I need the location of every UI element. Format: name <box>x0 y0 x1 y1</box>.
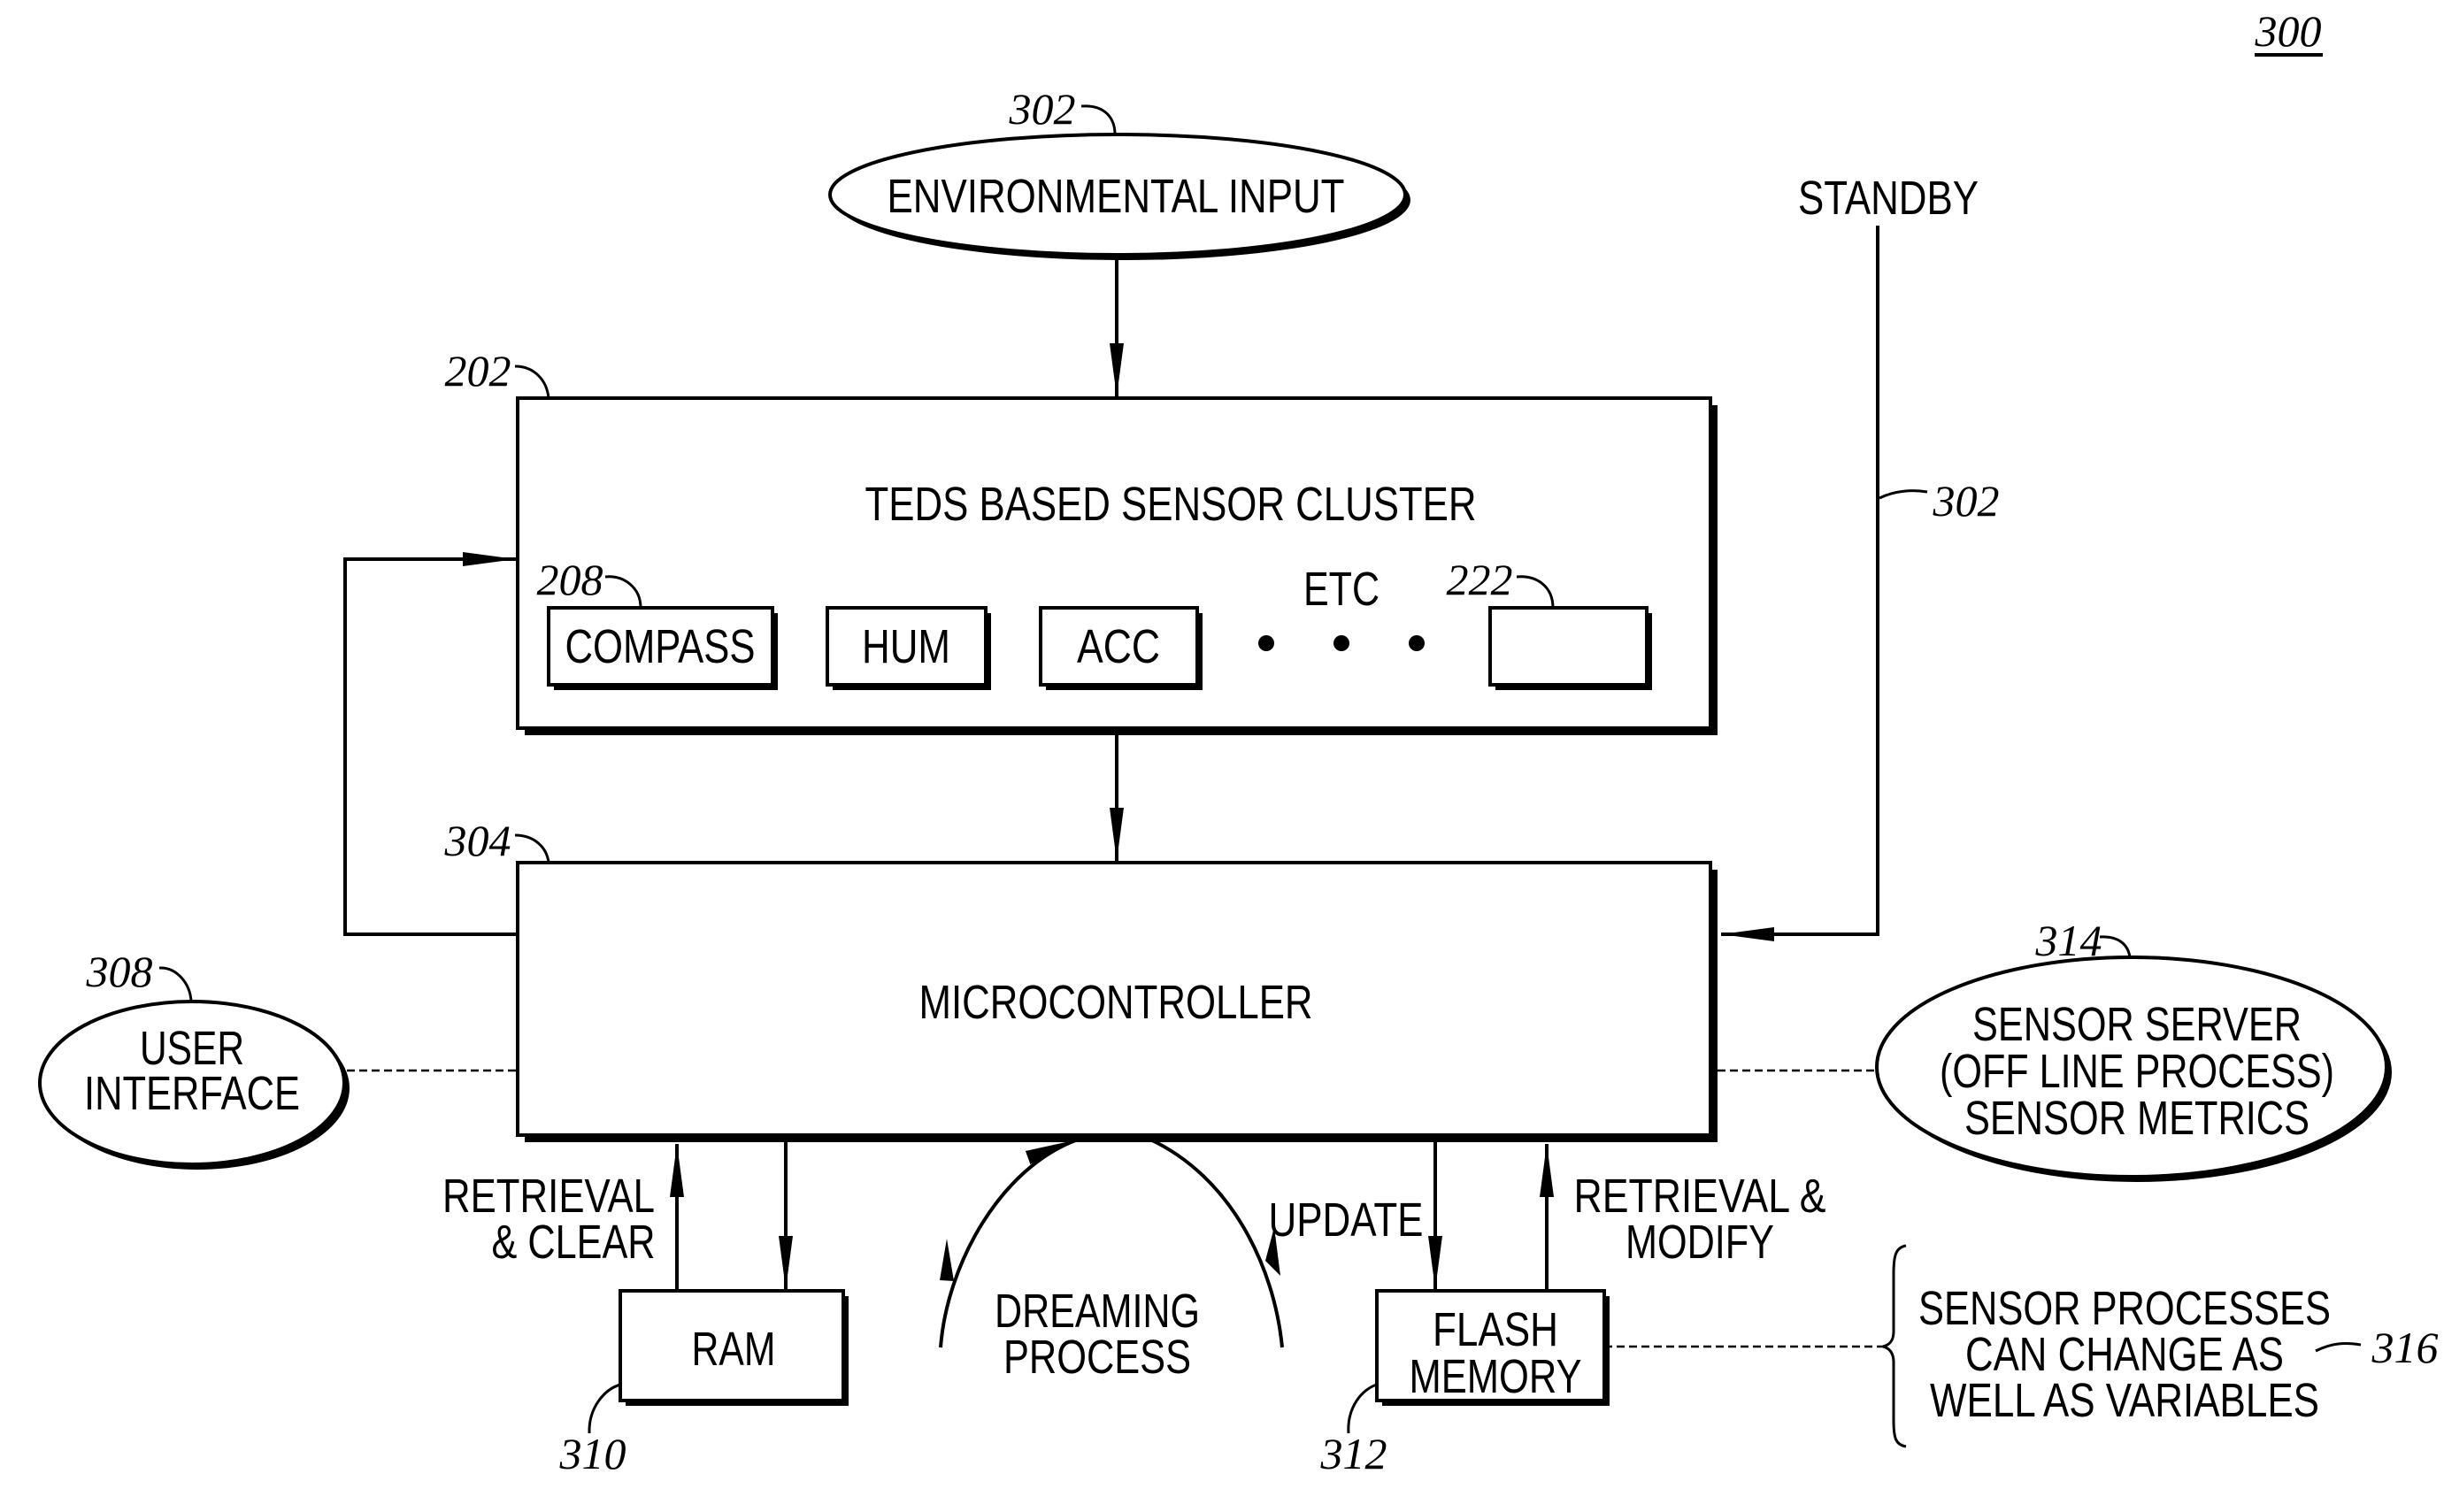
ellipsis-dot <box>1258 635 1274 651</box>
microcontroller-block[interactable]: MICROCONTROLLER <box>516 861 1718 1142</box>
figure-number-text: 300 <box>2255 6 2322 56</box>
flash-line2: MEMORY <box>1410 1350 1582 1403</box>
ref-308-leader <box>158 966 193 1002</box>
ref-302-env: 302 <box>1009 84 1076 134</box>
sensor-cluster-block[interactable]: TEDS BASED SENSOR CLUSTER COMPASS HUM AC… <box>516 396 1718 735</box>
dreaming-line2: PROCESS <box>1003 1331 1191 1384</box>
ref-308: 308 <box>86 947 153 996</box>
note-line1: SENSOR PROCESSES <box>1918 1282 2331 1335</box>
retrieval-clear-line2: & CLEAR <box>492 1216 656 1269</box>
user-interface-label-line2: INTERFACE <box>84 1067 300 1120</box>
figure-number: 300 <box>2255 6 2323 57</box>
arrow-feedback-loop <box>343 552 518 936</box>
retrieval-modify-line1: RETRIEVAL & <box>1574 1170 1826 1223</box>
sensor-server-node[interactable]: SENSOR SERVER (OFF LINE PROCESS) SENSOR … <box>1875 956 2392 1182</box>
note-line2: CAN CHANGE AS <box>1965 1328 2284 1381</box>
sensor-label: ACC <box>1077 620 1160 673</box>
sensor-hum[interactable]: HUM <box>826 606 991 690</box>
ref-312-leader <box>1347 1383 1378 1434</box>
ref-208: 208 <box>537 555 603 604</box>
sensor-empty-slot[interactable] <box>1488 606 1652 690</box>
note-brace <box>1882 1244 1907 1448</box>
ref-222: 222 <box>1447 555 1513 604</box>
user-interface-node[interactable]: USER INTERFACE <box>38 1000 350 1170</box>
patent-diagram: 300 ENVIRONMENTAL INPUT 302 TEDS BASED S… <box>38 6 2439 1478</box>
ram-block[interactable]: RAM <box>619 1289 849 1406</box>
arrow-standby <box>1721 226 1879 941</box>
retrieval-modify-line2: MODIFY <box>1625 1216 1774 1269</box>
update-label: UPDATE <box>1269 1193 1424 1247</box>
environmental-input-node[interactable]: ENVIRONMENTAL INPUT <box>828 133 1410 260</box>
ref-310-leader <box>588 1383 621 1434</box>
ref-314: 314 <box>2035 916 2102 965</box>
sensor-acc[interactable]: ACC <box>1039 606 1203 690</box>
dreaming-line1: DREAMING <box>995 1285 1200 1338</box>
environmental-input-label: ENVIRONMENTAL INPUT <box>888 170 1345 223</box>
sensor-label: HUM <box>862 620 950 673</box>
sensor-compass[interactable]: COMPASS <box>547 606 778 690</box>
etc-label: ETC <box>1303 563 1380 616</box>
ref-304: 304 <box>444 816 511 865</box>
ref-202: 202 <box>445 346 511 395</box>
sensor-server-line2: (OFF LINE PROCESS) <box>1940 1045 2334 1098</box>
ref-302-standby-leader <box>1879 489 1928 500</box>
ref-316-leader <box>2315 1342 2362 1353</box>
ref-314-leader <box>2099 935 2132 958</box>
retrieval-clear-line1: RETRIEVAL <box>442 1170 655 1223</box>
flash-line1: FLASH <box>1433 1303 1558 1356</box>
standby-label: STANDBY <box>1798 172 1979 225</box>
ref-202-leader <box>514 365 550 399</box>
cluster-title: TEDS BASED SENSOR CLUSTER <box>865 478 1477 531</box>
ref-302-leader <box>1080 104 1117 135</box>
ref-302-standby: 302 <box>1933 476 2000 526</box>
flash-memory-block[interactable]: FLASH MEMORY <box>1375 1289 1610 1406</box>
ellipsis-dot <box>1333 635 1349 651</box>
ref-316: 316 <box>2371 1323 2439 1372</box>
dreaming-arrowhead-left <box>940 1239 954 1281</box>
sensor-server-line1: SENSOR SERVER <box>1972 998 2302 1051</box>
ram-label: RAM <box>692 1323 776 1376</box>
note-line3: WELL AS VARIABLES <box>1930 1374 2319 1427</box>
sensor-label: COMPASS <box>565 620 756 673</box>
sensor-box <box>1488 606 1649 687</box>
sensor-server-line3: SENSOR METRICS <box>1964 1092 2310 1145</box>
ellipsis-dot <box>1409 635 1425 651</box>
ref-304-leader <box>514 833 550 863</box>
ref-310: 310 <box>559 1429 626 1478</box>
ref-312: 312 <box>1320 1429 1387 1478</box>
microcontroller-label: MICROCONTROLLER <box>919 976 1313 1029</box>
